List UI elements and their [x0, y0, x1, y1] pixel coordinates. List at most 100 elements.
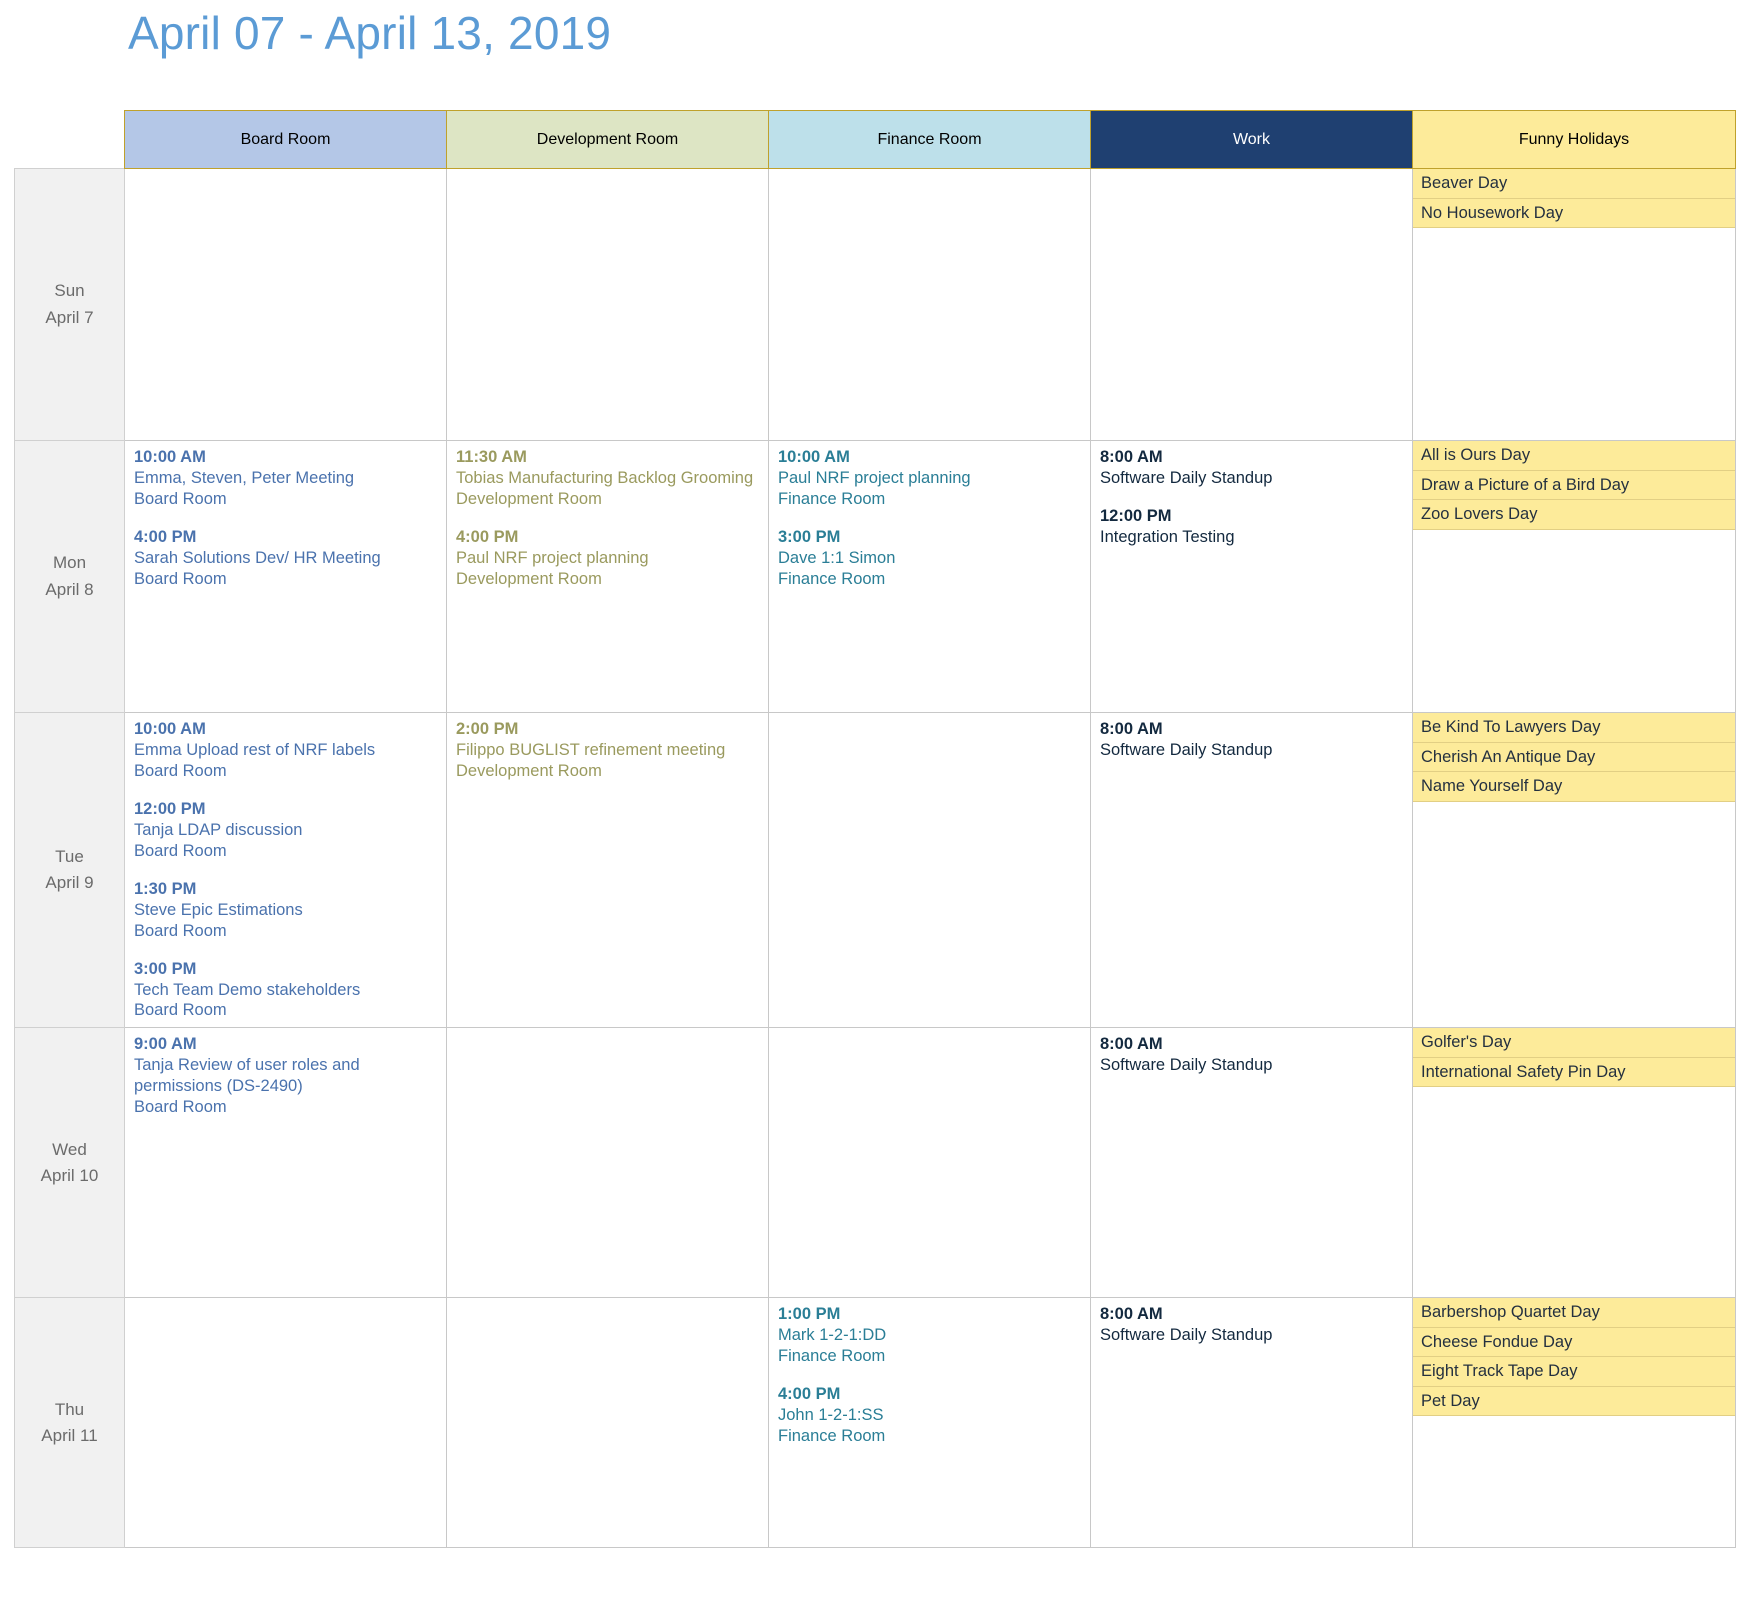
event-location: Finance Room — [778, 489, 886, 508]
calendar-event[interactable]: 1:00 PM Mark 1-2-1:DD Finance Room — [778, 1304, 1082, 1367]
calendar-event[interactable]: 8:00 AM Software Daily Standup — [1100, 1304, 1404, 1346]
calendar-event[interactable]: 9:00 AM Tanja Review of user roles and pe… — [134, 1034, 438, 1118]
events-cell-board: 10:00 AM Emma, Steven, Peter Meeting Board… — [124, 440, 447, 713]
column-header-work[interactable]: Work — [1090, 110, 1413, 169]
event-location: Board Room — [134, 761, 227, 780]
events-cell-fin — [768, 711, 1091, 1029]
events-cell-board: 9:00 AM Tanja Review of user roles and pe… — [124, 1027, 447, 1299]
event-time: 1:30 PM — [134, 879, 197, 898]
event-time: 10:00 AM — [134, 448, 206, 466]
calendar-event[interactable]: 3:00 PM Tech Team Demo stakeholders Board … — [134, 959, 438, 1022]
event-title: Emma, Steven, Peter Meeting — [134, 468, 355, 487]
holiday-list: Beaver Day No Housework Day — [1413, 169, 1735, 228]
holiday-item[interactable]: Name Yourself Day — [1413, 772, 1735, 802]
holidays-cell: All is Ours Day Draw a Picture of a Bird … — [1412, 440, 1736, 713]
events-cell-fin: 1:00 PM Mark 1-2-1:DD Finance Room 4:00 PM J… — [768, 1297, 1091, 1549]
calendar-event[interactable]: 11:30 AM Tobias Manufacturing Backlog Gro… — [456, 447, 760, 510]
events-cell-dev — [446, 1297, 769, 1549]
day-date: April 10 — [40, 1165, 99, 1185]
holiday-item[interactable]: Draw a Picture of a Bird Day — [1413, 470, 1735, 500]
calendar-day-row: Sun April 7 Beaver Day No Housework Day — [14, 168, 1736, 441]
column-header-board-room[interactable]: Board Room — [124, 110, 447, 169]
page-title: April 07 - April 13, 2019 — [128, 7, 612, 59]
event-title: Software Daily Standup — [1100, 1056, 1273, 1075]
holidays-cell: Barbershop Quartet Day Cheese Fondue Day E… — [1412, 1297, 1736, 1549]
holiday-item[interactable]: International Safety Pin Day — [1413, 1057, 1735, 1088]
calendar-event[interactable]: 12:00 PM Integration Testing — [1100, 506, 1404, 548]
event-time: 3:00 PM — [134, 959, 197, 978]
events-cell-board — [124, 168, 447, 441]
event-title: Tanja Review of user roles and permissio… — [134, 1056, 360, 1096]
holiday-list: Be Kind To Lawyers Day Cherish An Antique… — [1413, 713, 1735, 802]
calendar-event[interactable]: 10:00 AM Emma, Steven, Peter Meeting Board… — [134, 447, 438, 510]
event-time: 1:00 PM — [778, 1305, 841, 1324]
day-date: April 9 — [45, 873, 94, 893]
holiday-item[interactable]: Eight Track Tape Day — [1413, 1357, 1735, 1387]
event-time: 4:00 PM — [456, 527, 519, 546]
event-time: 8:00 AM — [1100, 1305, 1163, 1324]
calendar-event[interactable]: 10:00 AM Paul NRF project planning Finance… — [778, 447, 1082, 510]
header-spacer — [14, 110, 125, 169]
holiday-item[interactable]: Beaver Day — [1413, 169, 1735, 199]
event-location: Board Room — [134, 1098, 227, 1117]
event-time: 12:00 PM — [134, 799, 206, 818]
holiday-item[interactable]: All is Ours Day — [1413, 441, 1735, 471]
events-cell-dev — [446, 1027, 769, 1299]
calendar-page: April 07 - April 13, 2019 Board Room Dev… — [0, 0, 1749, 1604]
event-title: Filippo BUGLIST refinement meeting — [456, 740, 726, 759]
calendar-event[interactable]: 2:00 PM Filippo BUGLIST refinement meetin… — [456, 719, 760, 782]
column-header-finance-room[interactable]: Finance Room — [768, 110, 1091, 169]
holidays-cell: Be Kind To Lawyers Day Cherish An Antique… — [1412, 711, 1736, 1029]
events-cell-dev: 2:00 PM Filippo BUGLIST refinement meetin… — [446, 711, 769, 1029]
holiday-item[interactable]: Cheese Fondue Day — [1413, 1327, 1735, 1358]
event-location: Finance Room — [778, 569, 886, 588]
events-cell-fin — [768, 168, 1091, 441]
event-location: Board Room — [134, 1001, 227, 1020]
calendar-event[interactable]: 4:00 PM John 1-2-1:SS Finance Room — [778, 1384, 1082, 1447]
event-title: John 1-2-1:SS — [778, 1406, 884, 1425]
event-time: 12:00 PM — [1100, 506, 1172, 525]
event-title: Paul NRF project planning — [456, 548, 649, 567]
calendar-event[interactable]: 1:30 PM Steve Epic Estimations Board Room — [134, 879, 438, 942]
event-time: 11:30 AM — [456, 448, 527, 466]
event-title: Software Daily Standup — [1100, 1326, 1273, 1345]
event-title: Tech Team Demo stakeholders — [134, 980, 361, 999]
holiday-item[interactable]: No Housework Day — [1413, 198, 1735, 228]
calendar-event[interactable]: 4:00 PM Paul NRF project planning Developm… — [456, 527, 760, 590]
event-title: Dave 1:1 Simon — [778, 548, 896, 567]
holiday-item[interactable]: Cherish An Antique Day — [1413, 742, 1735, 772]
events-cell-work — [1090, 168, 1413, 441]
event-time: 10:00 AM — [778, 448, 850, 466]
calendar-event[interactable]: 10:00 AM Emma Upload rest of NRF labels Bo… — [134, 719, 438, 782]
calendar-event[interactable]: 8:00 AM Software Daily Standup — [1100, 1034, 1404, 1076]
events-cell-work: 8:00 AM Software Daily Standup — [1090, 1297, 1413, 1549]
holiday-item[interactable]: Barbershop Quartet Day — [1413, 1298, 1735, 1328]
column-header-funny-holidays[interactable]: Funny Holidays — [1412, 110, 1736, 169]
events-cell-fin — [768, 1027, 1091, 1299]
day-label-cell: Tue April 9 — [14, 711, 125, 1029]
event-time: 3:00 PM — [778, 527, 841, 546]
event-title: Paul NRF project planning — [778, 468, 971, 487]
calendar-day-row: Wed April 10 9:00 AM Tanja Review of user r… — [14, 1027, 1736, 1299]
holiday-item[interactable]: Zoo Lovers Day — [1413, 500, 1735, 530]
holiday-item[interactable]: Be Kind To Lawyers Day — [1413, 713, 1735, 743]
day-weekday: Mon — [52, 553, 87, 573]
holiday-item[interactable]: Golfer's Day — [1413, 1028, 1735, 1058]
calendar-event[interactable]: 12:00 PM Tanja LDAP discussion Board Room — [134, 799, 438, 862]
day-weekday: Tue — [55, 846, 84, 866]
calendar-event[interactable]: 3:00 PM Dave 1:1 Simon Finance Room — [778, 527, 1082, 590]
event-title: Tobias Manufacturing Backlog Grooming — [456, 468, 754, 487]
holiday-list: Golfer's Day International Safety Pin Day — [1413, 1028, 1735, 1088]
event-time: 4:00 PM — [134, 527, 197, 546]
holiday-item[interactable]: Pet Day — [1413, 1386, 1735, 1417]
calendar-event[interactable]: 8:00 AM Software Daily Standup — [1100, 719, 1404, 761]
calendar-event[interactable]: 8:00 AM Software Daily Standup — [1100, 447, 1404, 489]
calendar-event[interactable]: 4:00 PM Sarah Solutions Dev/ HR Meeting Bo… — [134, 527, 438, 590]
event-title: Mark 1-2-1:DD — [778, 1326, 887, 1345]
event-title: Tanja LDAP discussion — [134, 820, 303, 839]
calendar-body: Sun April 7 Beaver Day No Housework Day Mon A… — [14, 168, 1736, 1549]
column-header-development-room[interactable]: Development Room — [446, 110, 769, 169]
holidays-cell: Beaver Day No Housework Day — [1412, 168, 1736, 441]
event-time: 8:00 AM — [1100, 1035, 1163, 1054]
calendar-day-row: Mon April 8 10:00 AM Emma, Steven, Peter Me… — [14, 440, 1736, 713]
